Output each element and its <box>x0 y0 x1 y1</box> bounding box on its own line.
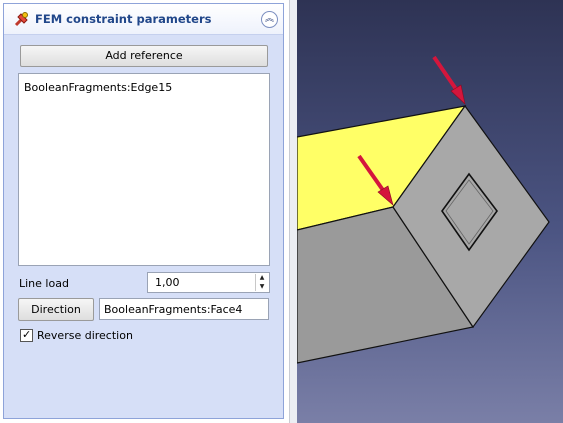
reference-list[interactable]: BooleanFragments:Edge15 <box>18 73 270 266</box>
model-view <box>297 55 550 364</box>
spin-up-icon[interactable]: ▲ <box>256 274 268 282</box>
direction-value: BooleanFragments:Face4 <box>104 303 243 316</box>
3d-viewport[interactable] <box>297 0 563 423</box>
line-load-value: 1,00 <box>155 276 180 289</box>
line-load-spinbox[interactable]: 1,00 ▲ ▼ <box>147 272 270 293</box>
collapse-button[interactable]: ︽ <box>261 11 278 28</box>
check-icon: ✓ <box>22 328 32 341</box>
task-header: FEM constraint parameters ︽ <box>4 4 283 35</box>
load-arrow-icon <box>432 55 466 105</box>
direction-field[interactable]: BooleanFragments:Face4 <box>99 298 269 320</box>
task-panel: FEM constraint parameters ︽ Add referenc… <box>0 0 289 423</box>
list-item[interactable]: BooleanFragments:Edge15 <box>24 81 172 94</box>
spin-down-icon[interactable]: ▼ <box>256 283 268 291</box>
reverse-direction-checkbox[interactable]: ✓ <box>20 328 33 342</box>
constraint-task-box: FEM constraint parameters ︽ Add referenc… <box>3 3 284 419</box>
line-load-label: Line load <box>19 277 69 290</box>
direction-button[interactable]: Direction <box>18 298 94 321</box>
add-reference-button[interactable]: Add reference <box>20 45 268 67</box>
fem-constraint-icon <box>13 10 31 28</box>
reverse-direction-label[interactable]: Reverse direction <box>37 329 133 342</box>
spin-buttons: ▲ ▼ <box>255 274 268 291</box>
panel-title: FEM constraint parameters <box>35 12 212 26</box>
